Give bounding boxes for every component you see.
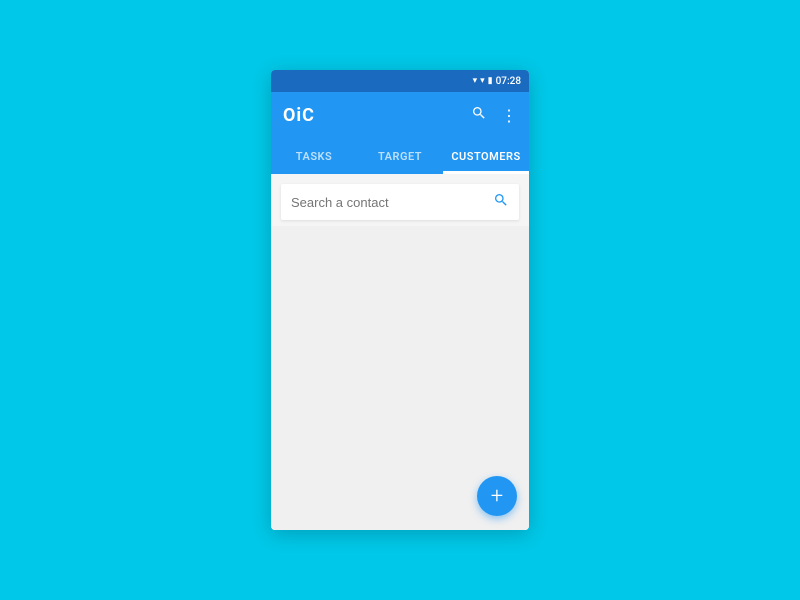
search-icon[interactable] xyxy=(471,105,487,125)
add-customer-fab[interactable]: + xyxy=(477,476,517,516)
status-icons: ▾ ▾ ▮ 07:28 xyxy=(473,76,521,87)
tabs: TASKS TARGET CUSTOMERS xyxy=(271,138,529,174)
more-menu-icon[interactable]: ⋮ xyxy=(501,106,517,125)
wifi-icon: ▾ xyxy=(473,76,478,86)
app-logo: OiC xyxy=(283,105,315,126)
status-time: 07:28 xyxy=(496,76,521,87)
search-bar xyxy=(281,184,519,220)
app-bar-actions: ⋮ xyxy=(471,105,517,125)
content-area: + xyxy=(271,174,529,530)
status-bar: ▾ ▾ ▮ 07:28 xyxy=(271,70,529,92)
tab-target[interactable]: TARGET xyxy=(357,138,443,174)
signal-icon: ▾ xyxy=(480,76,485,86)
tab-tasks[interactable]: TASKS xyxy=(271,138,357,174)
search-input[interactable] xyxy=(291,195,493,210)
add-icon: + xyxy=(491,484,503,509)
tab-customers[interactable]: CUSTOMERS xyxy=(443,138,529,174)
app-bar: OiC ⋮ xyxy=(271,92,529,138)
battery-icon: ▮ xyxy=(488,76,493,86)
search-submit-icon[interactable] xyxy=(493,192,509,212)
phone-frame: ▾ ▾ ▮ 07:28 OiC ⋮ TASKS TARGET CUSTOMERS xyxy=(271,70,529,530)
